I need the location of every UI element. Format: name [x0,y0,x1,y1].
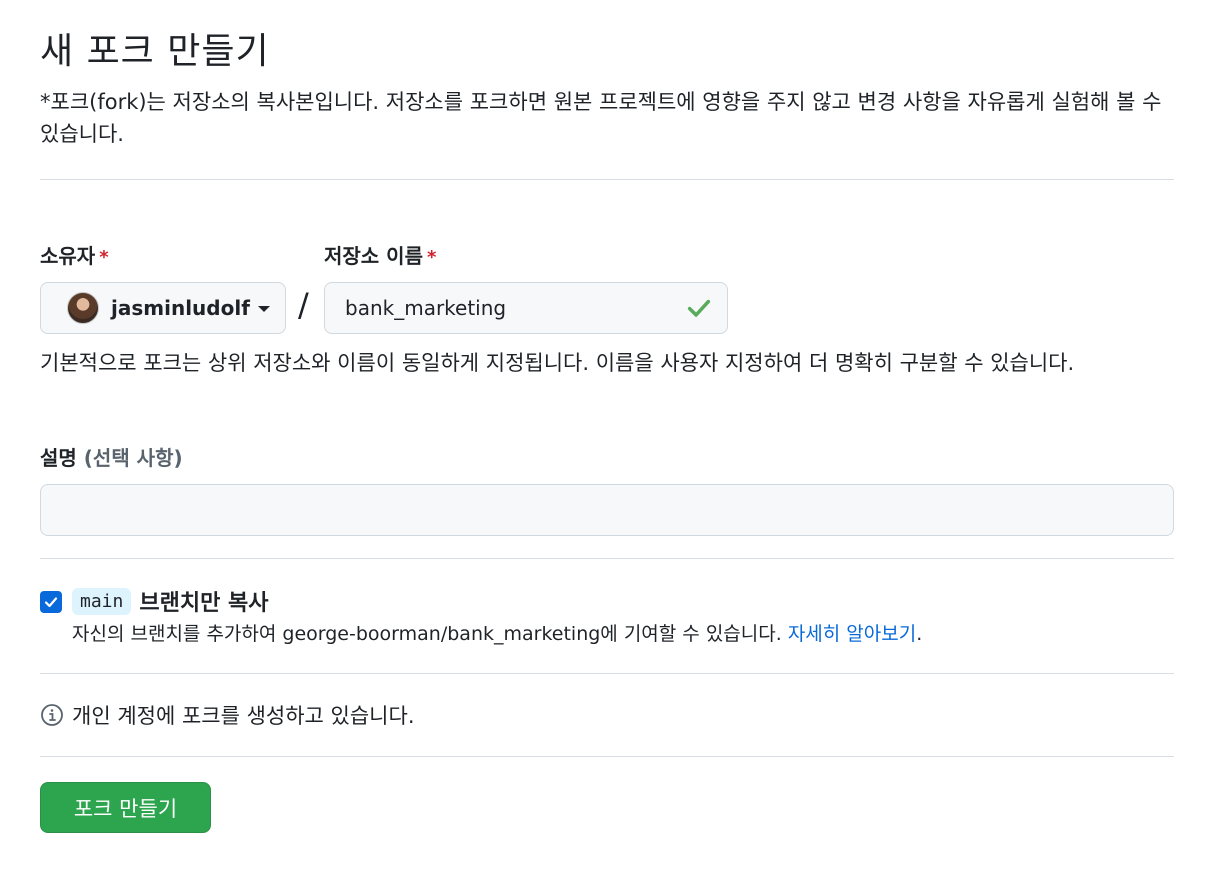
account-info-text: 개인 계정에 포크를 생성하고 있습니다. [72,704,415,728]
description-optional-label: (선택 사항) [83,446,183,470]
page-title: 새 포크 만들기 [40,31,270,72]
repo-name-label: 저장소 이름 * [324,242,436,272]
description-label-text: 설명 [40,446,77,470]
branch-name-code: main [72,587,132,615]
owner-select[interactable]: jasminludolf [40,282,286,334]
owner-required-mark: * [99,247,109,268]
learn-more-link[interactable]: 자세히 알아보기 [788,623,916,645]
copy-branch-label[interactable]: main 브랜치만 복사 [72,585,268,617]
checkmark-icon [44,597,58,608]
owner-label-text: 소유자 [40,244,96,268]
divider-lower [40,673,1174,674]
fork-page: 새 포크 만들기 *포크(fork)는 저장소의 복사본입니다. 저장소를 포크… [0,0,1216,880]
chevron-down-icon [257,306,270,312]
description-input[interactable] [40,484,1174,536]
description-label: 설명 (선택 사항) [40,444,183,472]
divider-bottom [40,756,1174,757]
repo-name-help: 기본적으로 포크는 상위 저장소와 이름이 동일하게 지정됩니다. 이름을 사용… [40,351,1075,375]
divider-middle [40,558,1174,559]
divider-top [40,179,1174,180]
repo-name-input[interactable] [325,284,685,332]
copy-branch-checkbox[interactable] [40,591,62,613]
repo-name-required-mark: * [426,247,437,268]
copy-branch-help: 자신의 브랜치를 추가하여 george-boorman/bank_market… [72,620,922,648]
page-subtitle: *포크(fork)는 저장소의 복사본입니다. 저장소를 포크하면 원본 프로젝… [40,90,1162,146]
copy-branch-label-text: 브랜치만 복사 [139,591,269,616]
avatar [67,292,99,324]
repo-name-field [324,282,728,334]
repo-name-label-text: 저장소 이름 [324,244,423,268]
info-icon [41,704,63,726]
copy-branch-help-text: 자신의 브랜치를 추가하여 george-boorman/bank_market… [72,623,788,645]
check-icon [687,299,711,317]
account-info: 개인 계정에 포크를 생성하고 있습니다. [40,700,415,730]
owner-repo-separator: / [298,286,309,324]
create-fork-button[interactable]: 포크 만들기 [40,782,211,833]
copy-branch-help-suffix: . [916,623,923,645]
owner-name: jasminludolf [111,296,250,320]
owner-label: 소유자 * [40,242,109,272]
